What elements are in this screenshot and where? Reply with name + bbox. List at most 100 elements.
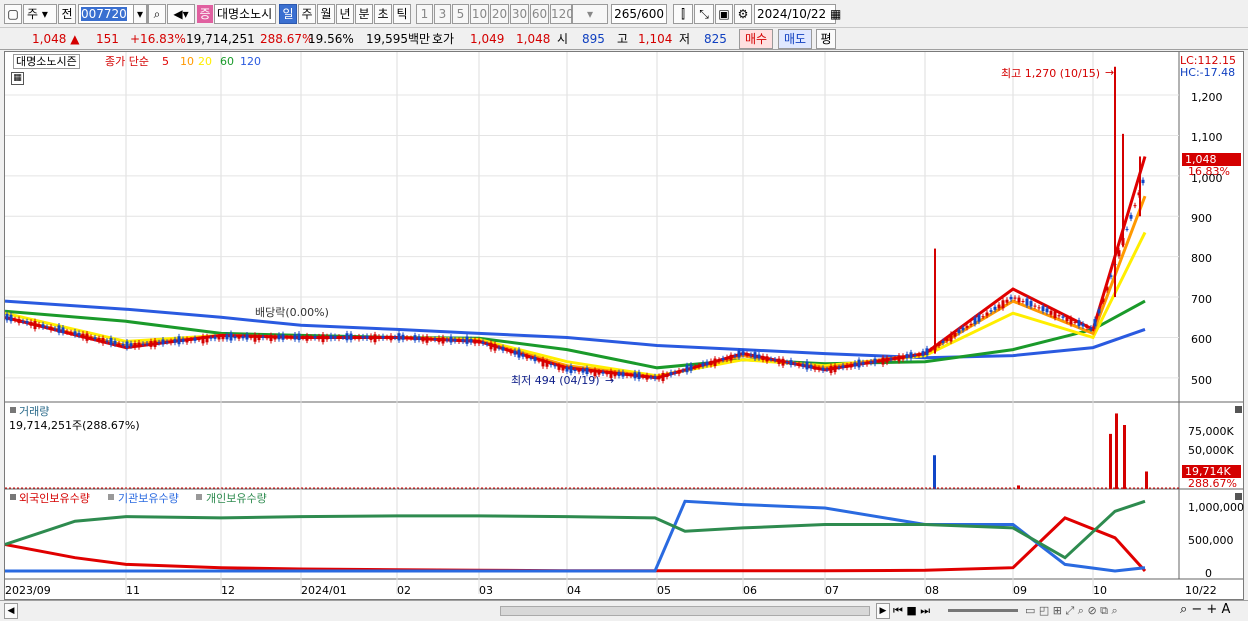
hold-tick-0: 0 — [1205, 567, 1212, 580]
close-icon[interactable] — [1235, 493, 1242, 500]
interval-tab[interactable]: 10 — [470, 4, 489, 24]
candle-body — [449, 336, 453, 343]
candle-body — [989, 310, 993, 312]
interval-input[interactable]: ▾ — [572, 4, 608, 24]
candle-icon[interactable]: ⫿ — [673, 4, 693, 24]
sell-button[interactable]: 매도 — [778, 29, 812, 49]
open-price: 895 — [582, 32, 605, 46]
period-tab[interactable]: 년 — [336, 4, 354, 24]
x-tick-label: 05 — [657, 584, 671, 597]
candle-body — [1005, 299, 1009, 303]
save-icon[interactable]: ▣ — [715, 4, 733, 24]
candle-body — [45, 326, 49, 328]
interval-tab[interactable]: 60 — [530, 4, 549, 24]
candle-body — [765, 356, 769, 362]
candle-body — [785, 362, 789, 364]
candle-series — [5, 66, 1145, 384]
scrollbar-thumb[interactable] — [500, 606, 870, 616]
prev-button[interactable]: 전 — [58, 4, 76, 24]
scroll-right-icon[interactable]: ▶ — [876, 603, 890, 619]
ma-label: 종가 단순 — [105, 55, 149, 68]
chart-canvas[interactable] — [5, 52, 1243, 599]
candle-body — [641, 376, 645, 378]
zoom-slider[interactable] — [948, 609, 1018, 612]
candle-body — [497, 347, 501, 349]
candle-body — [969, 323, 973, 325]
drawing-tools-icon[interactable]: ▭ ◰ ⊞ ⤢ ⌕ ⊘ ⧉ ⌕ — [1025, 602, 1118, 620]
candle-body — [909, 352, 913, 359]
period-tab[interactable]: 초 — [374, 4, 392, 24]
count-field[interactable]: 265/600 — [611, 4, 667, 24]
interval-tab[interactable]: 1 — [416, 4, 433, 24]
candle-body — [701, 362, 705, 367]
candle-body — [421, 336, 425, 342]
interval-tab[interactable]: 3 — [434, 4, 451, 24]
window-menu-icon[interactable]: ▢ — [4, 4, 22, 24]
candle-body — [533, 357, 537, 362]
period-tab[interactable]: 틱 — [393, 4, 411, 24]
candle-body — [881, 357, 885, 365]
playback-controls[interactable]: ⏮ ■ ⏭ — [893, 602, 930, 620]
candle-body — [385, 337, 389, 339]
search-icon[interactable]: ⌕ — [148, 4, 166, 24]
candle-body — [305, 335, 309, 341]
candle-body — [1117, 250, 1121, 257]
volume-readout: 19,714,251주(288.67%) — [9, 419, 140, 432]
period-tab[interactable]: 주 — [298, 4, 316, 24]
tool-icon[interactable]: ⤡ — [694, 4, 714, 24]
candle-body — [1081, 323, 1085, 327]
speaker-icon[interactable]: ◀▾ — [167, 4, 195, 24]
scroll-left-icon[interactable]: ◀ — [4, 603, 18, 619]
stock-name-field[interactable]: 대명소노시 — [214, 4, 276, 24]
candle-body — [845, 365, 849, 368]
candle-body — [437, 337, 441, 343]
ask-price: 1,049 — [470, 32, 505, 46]
period-tab[interactable]: 일 — [279, 4, 297, 24]
close-icon[interactable] — [1235, 406, 1242, 413]
candle-body — [1141, 179, 1145, 184]
candle-body — [589, 371, 593, 373]
zoom-controls-icon[interactable]: ⌕ − + A — [1180, 601, 1230, 619]
candle-body — [1033, 305, 1037, 307]
interval-tab[interactable]: 30 — [510, 4, 529, 24]
calendar-icon[interactable]: ▦ — [830, 7, 841, 21]
candle-body — [805, 361, 809, 370]
chart-area[interactable]: 대명소노시즌 종가 단순 5 10 20 60 120 ▦ LC:112.15 HC:-… — [4, 51, 1244, 600]
candle-body — [13, 319, 17, 321]
candle-body — [673, 372, 677, 374]
candle-body — [897, 355, 901, 362]
interval-tab[interactable]: 120 — [550, 4, 574, 24]
eval-button[interactable]: 평 — [816, 29, 836, 49]
candle-body — [789, 360, 793, 366]
interval-tab[interactable]: 5 — [452, 4, 469, 24]
legend-individual: 개인보유수량 — [206, 492, 267, 505]
chevron-down-icon[interactable]: ▾ — [133, 4, 147, 24]
price-tick: 1,100 — [1191, 131, 1223, 144]
gear-icon[interactable]: ⚙ — [734, 4, 752, 24]
panel-handle-icon[interactable] — [10, 407, 16, 413]
candle-body — [249, 337, 253, 339]
candle-body — [289, 337, 293, 339]
candle-body — [1073, 322, 1077, 324]
candle-body — [573, 369, 577, 372]
candle-body — [353, 337, 357, 339]
candle-body — [129, 343, 133, 347]
panel-handle-icon[interactable] — [10, 494, 16, 500]
candle-body — [853, 362, 857, 367]
buy-button[interactable]: 매수 — [739, 29, 773, 49]
toolbar-top: ▢ 주 ▾ 전 007720 ▾ ⌕ ◀▾ 증 대명소노시 일주월년분초틱 13… — [0, 0, 1248, 28]
candle-body — [389, 335, 393, 341]
interval-tab[interactable]: 20 — [490, 4, 509, 24]
legend-swatch-icon — [196, 494, 202, 500]
grid-icon[interactable]: ▦ — [11, 72, 24, 85]
period-tab[interactable]: 월 — [317, 4, 335, 24]
market-select[interactable]: 주 ▾ — [23, 4, 57, 24]
date-field[interactable]: 2024/10/22 ▦ — [754, 4, 841, 24]
change-percent: +16.83% — [130, 32, 186, 46]
candle-body — [1045, 308, 1049, 313]
candle-body — [1077, 320, 1081, 327]
candle-body — [257, 335, 261, 341]
count-value: 265 — [614, 7, 638, 21]
period-tab[interactable]: 분 — [355, 4, 373, 24]
candle-body — [753, 352, 757, 359]
